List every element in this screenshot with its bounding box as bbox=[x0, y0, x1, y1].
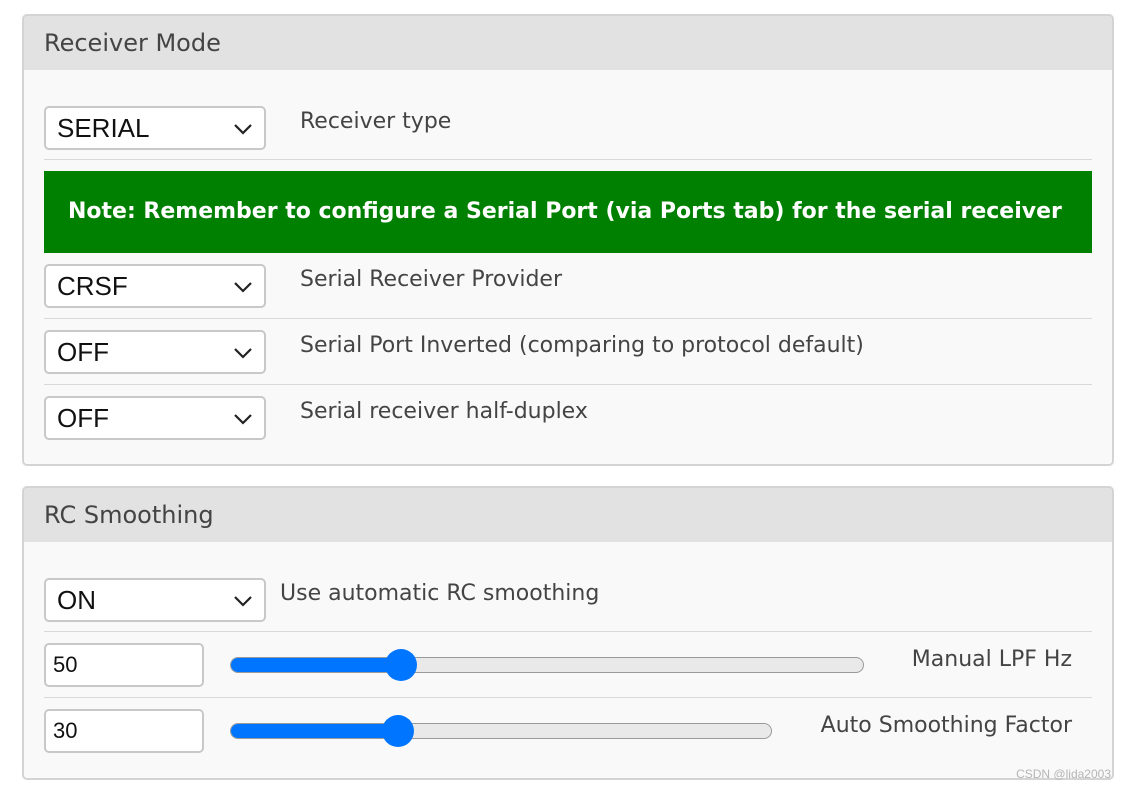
slider-fill bbox=[231, 658, 402, 672]
auto-factor-input[interactable]: 30 bbox=[44, 709, 204, 753]
half-duplex-label: Serial receiver half-duplex bbox=[300, 399, 588, 424]
receiver-type-label: Receiver type bbox=[300, 109, 452, 134]
divider bbox=[44, 631, 1092, 632]
watermark: CSDN @lida2003 bbox=[1016, 767, 1111, 781]
slider-thumb[interactable] bbox=[382, 715, 415, 747]
auto-factor-label: Auto Smoothing Factor bbox=[820, 713, 1072, 738]
panel-title: RC Smoothing bbox=[24, 488, 1112, 542]
chevron-down-icon bbox=[234, 414, 252, 425]
auto-smoothing-label: Use automatic RC smoothing bbox=[280, 581, 600, 606]
serial-port-note: Note: Remember to configure a Serial Por… bbox=[44, 171, 1092, 253]
chevron-down-icon bbox=[234, 124, 252, 135]
serial-inverted-select[interactable]: OFF bbox=[44, 330, 266, 374]
rc-smoothing-panel: RC Smoothing ON Use automatic RC smoothi… bbox=[22, 486, 1114, 780]
chevron-down-icon bbox=[234, 596, 252, 607]
manual-lpf-slider[interactable] bbox=[230, 649, 864, 681]
receiver-mode-panel: Receiver Mode SERIAL Receiver type Note:… bbox=[22, 14, 1114, 466]
divider bbox=[44, 318, 1092, 319]
serial-provider-select[interactable]: CRSF bbox=[44, 264, 266, 308]
panel-title: Receiver Mode bbox=[24, 16, 1112, 70]
slider-fill bbox=[231, 724, 399, 738]
divider bbox=[44, 159, 1092, 160]
divider bbox=[44, 697, 1092, 698]
auto-smoothing-value: ON bbox=[57, 585, 96, 615]
receiver-type-value: SERIAL bbox=[57, 113, 150, 143]
divider bbox=[44, 384, 1092, 385]
manual-lpf-label: Manual LPF Hz bbox=[911, 647, 1072, 672]
serial-provider-label: Serial Receiver Provider bbox=[300, 267, 562, 292]
slider-thumb[interactable] bbox=[385, 649, 418, 681]
chevron-down-icon bbox=[234, 348, 252, 359]
serial-inverted-label: Serial Port Inverted (comparing to proto… bbox=[300, 333, 864, 358]
receiver-type-select[interactable]: SERIAL bbox=[44, 106, 266, 150]
slider-track bbox=[230, 723, 772, 739]
slider-track bbox=[230, 657, 864, 673]
half-duplex-select[interactable]: OFF bbox=[44, 396, 266, 440]
half-duplex-value: OFF bbox=[57, 403, 109, 433]
auto-factor-slider[interactable] bbox=[230, 715, 772, 747]
manual-lpf-input[interactable]: 50 bbox=[44, 643, 204, 687]
serial-provider-value: CRSF bbox=[57, 271, 128, 301]
serial-inverted-value: OFF bbox=[57, 337, 109, 367]
chevron-down-icon bbox=[234, 282, 252, 293]
auto-smoothing-select[interactable]: ON bbox=[44, 578, 266, 622]
